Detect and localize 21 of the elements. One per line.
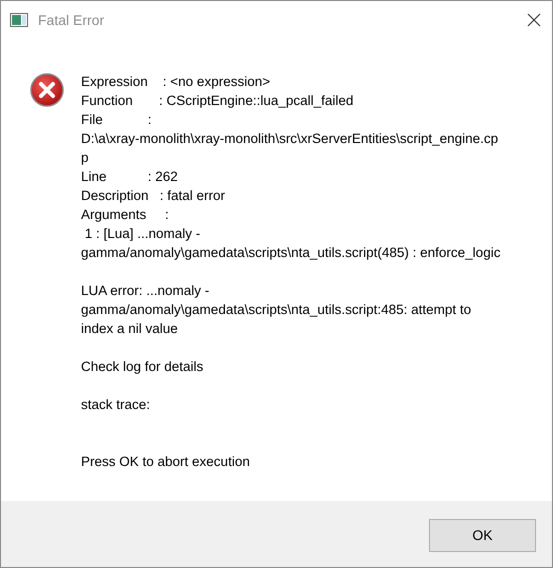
message-text: Press OK to abort execution [81, 453, 251, 471]
error-icon [30, 73, 64, 107]
message-text: Description : fatal error [81, 187, 226, 205]
window-icon [10, 13, 28, 27]
close-button[interactable] [526, 12, 542, 28]
message-text: File : [81, 111, 153, 129]
message-text: 1 : [Lua] ...nomaly - [84, 225, 202, 243]
message-text: LUA error: ...nomaly - [81, 282, 210, 300]
message-text: p [81, 149, 90, 167]
message-text: index a nil value [81, 320, 179, 338]
message-text: Check log for details [81, 358, 204, 376]
message-text: Function : CScriptEngine::lua_pcall_failed [81, 92, 354, 110]
message-text: Expression : <no expression> [81, 73, 272, 91]
message-text: Arguments : [81, 206, 170, 224]
message-text: gamma/anomaly\gamedata\scripts\nta_utils.script(485) : enforce_logic [81, 244, 500, 262]
message-text: gamma/anomaly\gamedata\scripts\nta_utils.script:485: attempt to [81, 301, 472, 319]
ok-button[interactable]: OK [429, 518, 536, 552]
message-text: stack trace: [81, 396, 152, 414]
message-text: Line : 262 [81, 168, 179, 186]
window-title: Fatal Error [38, 12, 106, 28]
message-text: D:\a\xray-monolith\xray-monolith\src\xrServerEntities\script_engine.cp [81, 130, 500, 148]
